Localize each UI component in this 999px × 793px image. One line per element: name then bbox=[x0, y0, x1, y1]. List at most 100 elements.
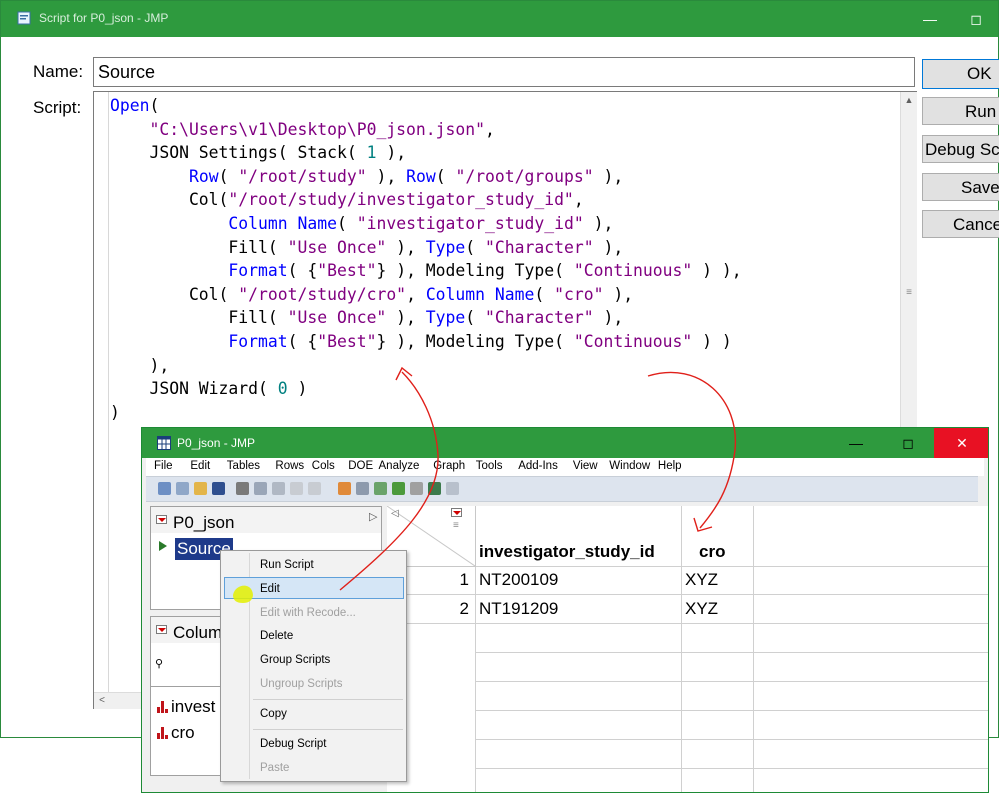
minimize-icon[interactable]: — bbox=[907, 1, 953, 37]
collapse-icon[interactable]: ▷ bbox=[369, 510, 377, 523]
search-icon[interactable]: ⚲ bbox=[155, 657, 163, 670]
scroll-grip-icon[interactable]: ≡ bbox=[904, 288, 914, 298]
cut-icon[interactable] bbox=[236, 482, 249, 495]
script-name-input[interactable]: Source bbox=[93, 57, 915, 87]
jmp-table-icon bbox=[157, 436, 171, 450]
menu-item-edit[interactable]: Edit bbox=[260, 583, 280, 595]
ok-button[interactable]: OK bbox=[922, 59, 999, 89]
code-line[interactable]: Col("/root/study/investigator_study_id", bbox=[110, 188, 742, 212]
table-icon[interactable] bbox=[356, 482, 369, 495]
menu-item-edit-with-recode: Edit with Recode... bbox=[260, 607, 356, 619]
continuous-column-icon bbox=[157, 727, 168, 739]
grid-divider bbox=[475, 768, 988, 769]
name-label: Name: bbox=[33, 62, 84, 81]
code-line[interactable]: Open( bbox=[110, 94, 742, 118]
scroll-left-icon[interactable]: < bbox=[94, 693, 110, 709]
code-line[interactable]: Col( "/root/study/cro", Column Name( "cr… bbox=[110, 283, 742, 307]
run-button[interactable]: Run bbox=[922, 97, 999, 125]
menu-tools[interactable]: Tools bbox=[476, 460, 503, 472]
menu-view[interactable]: View bbox=[573, 460, 598, 472]
new-table-icon[interactable] bbox=[158, 482, 171, 495]
row-number[interactable]: 2 bbox=[437, 599, 469, 619]
paste-icon[interactable] bbox=[272, 482, 285, 495]
debug-button-label: Debug Sc bbox=[925, 140, 999, 159]
code-line[interactable]: Row( "/root/study" ), Row( "/root/groups… bbox=[110, 165, 742, 189]
columns-selector-icon[interactable]: ≡ bbox=[453, 520, 459, 531]
red-triangle-menu-icon[interactable] bbox=[156, 515, 167, 524]
maximize-icon[interactable]: ◻ bbox=[953, 1, 999, 37]
table-cell[interactable]: XYZ bbox=[685, 570, 718, 590]
code-line[interactable]: JSON Settings( Stack( 1 ), bbox=[110, 141, 742, 165]
continuous-column-icon bbox=[157, 701, 168, 713]
menu-edit[interactable]: Edit bbox=[190, 460, 210, 472]
chart-bars-icon[interactable] bbox=[392, 482, 405, 495]
cancel-button[interactable]: Cance bbox=[922, 210, 999, 238]
close-icon[interactable]: ✕ bbox=[934, 428, 988, 458]
menu-graph[interactable]: Graph bbox=[433, 460, 465, 472]
script-label: Script: bbox=[33, 98, 82, 117]
code-line[interactable]: Fill( "Use Once" ), Type( "Character" ), bbox=[110, 236, 742, 260]
red-triangle-menu-icon[interactable] bbox=[451, 508, 462, 517]
red-triangle-menu-icon[interactable] bbox=[156, 625, 167, 634]
rows-selector-icon[interactable]: ◁ bbox=[391, 508, 399, 519]
maximize-icon[interactable]: ◻ bbox=[884, 428, 932, 458]
minimize-icon[interactable]: — bbox=[832, 428, 880, 458]
script-window-titlebar[interactable]: Script for P0_json - JMP — ◻ bbox=[1, 1, 998, 37]
data-window-title: P0_json - JMP bbox=[177, 436, 256, 450]
column-header[interactable]: investigator_study_id bbox=[479, 542, 655, 562]
menu-help[interactable]: Help bbox=[658, 460, 682, 472]
menu-analyze[interactable]: Analyze bbox=[379, 460, 420, 472]
table-cell[interactable]: NT200109 bbox=[479, 570, 558, 590]
menu-file[interactable]: File bbox=[154, 460, 173, 472]
menu-rows[interactable]: Rows bbox=[275, 460, 304, 472]
row-number[interactable]: 1 bbox=[437, 570, 469, 590]
scroll-up-icon[interactable]: ▲ bbox=[901, 92, 917, 108]
data-grid-icon[interactable] bbox=[338, 482, 351, 495]
column-header[interactable]: cro bbox=[699, 542, 725, 562]
code-line[interactable]: "C:\Users\v1\Desktop\P0_json.json", bbox=[110, 118, 742, 142]
debug-script-button[interactable]: Debug Sc bbox=[922, 135, 999, 163]
menu-item-group-scripts[interactable]: Group Scripts bbox=[260, 654, 330, 666]
copy-icon[interactable] bbox=[254, 482, 267, 495]
column-name: invest bbox=[171, 697, 216, 716]
script-window-title: Script for P0_json - JMP bbox=[39, 11, 169, 25]
print-icon[interactable] bbox=[290, 482, 303, 495]
code-line[interactable]: Format( {"Best"} ), Modeling Type( "Cont… bbox=[110, 259, 741, 283]
grid-divider bbox=[753, 506, 754, 792]
save-icon[interactable] bbox=[212, 482, 225, 495]
data-window-titlebar[interactable]: P0_json - JMP — ◻ ✕ bbox=[142, 428, 988, 458]
fx-icon[interactable] bbox=[410, 482, 423, 495]
code-line[interactable]: Format( {"Best"} ), Modeling Type( "Cont… bbox=[110, 330, 742, 354]
open-icon[interactable] bbox=[194, 482, 207, 495]
lock-icon[interactable] bbox=[308, 482, 321, 495]
table-cell[interactable]: NT191209 bbox=[479, 599, 558, 619]
code-line[interactable]: ), bbox=[110, 354, 742, 378]
jmp-script-icon bbox=[17, 11, 31, 25]
table-cell[interactable]: XYZ bbox=[685, 599, 718, 619]
menu-item-ungroup-scripts: Ungroup Scripts bbox=[260, 678, 343, 690]
arrow-icon[interactable] bbox=[428, 482, 441, 495]
table-panel-header: P0_json ▷ bbox=[151, 507, 381, 533]
code-line[interactable]: Fill( "Use Once" ), Type( "Character" ), bbox=[110, 306, 742, 330]
menu-doe[interactable]: DOE bbox=[348, 460, 373, 472]
grid-divider bbox=[475, 623, 988, 624]
menu-window[interactable]: Window bbox=[609, 460, 650, 472]
menu-item-copy[interactable]: Copy bbox=[260, 708, 287, 720]
code-line[interactable]: ) bbox=[110, 401, 742, 425]
code-line[interactable]: JSON Wizard( 0 ) bbox=[110, 377, 742, 401]
sort-icon[interactable] bbox=[374, 482, 387, 495]
new-script-icon[interactable] bbox=[176, 482, 189, 495]
save-button[interactable]: Save bbox=[922, 173, 999, 201]
menu-item-debug-script[interactable]: Debug Script bbox=[260, 738, 326, 750]
menu-add-ins[interactable]: Add-Ins bbox=[518, 460, 558, 472]
code-line[interactable]: Column Name( "investigator_study_id" ), bbox=[110, 212, 742, 236]
menu-tables[interactable]: Tables bbox=[227, 460, 260, 472]
cancel-button-label: Cance bbox=[953, 215, 999, 234]
edit-icon[interactable] bbox=[446, 482, 459, 495]
script-code[interactable]: Open( "C:\Users\v1\Desktop\P0_json.json"… bbox=[110, 94, 742, 424]
menu-cols[interactable]: Cols bbox=[312, 460, 335, 472]
menu-item-run-script[interactable]: Run Script bbox=[260, 559, 314, 571]
grid-divider bbox=[475, 566, 988, 567]
menu-item-delete[interactable]: Delete bbox=[260, 630, 293, 642]
run-script-arrow-icon[interactable] bbox=[159, 541, 167, 551]
